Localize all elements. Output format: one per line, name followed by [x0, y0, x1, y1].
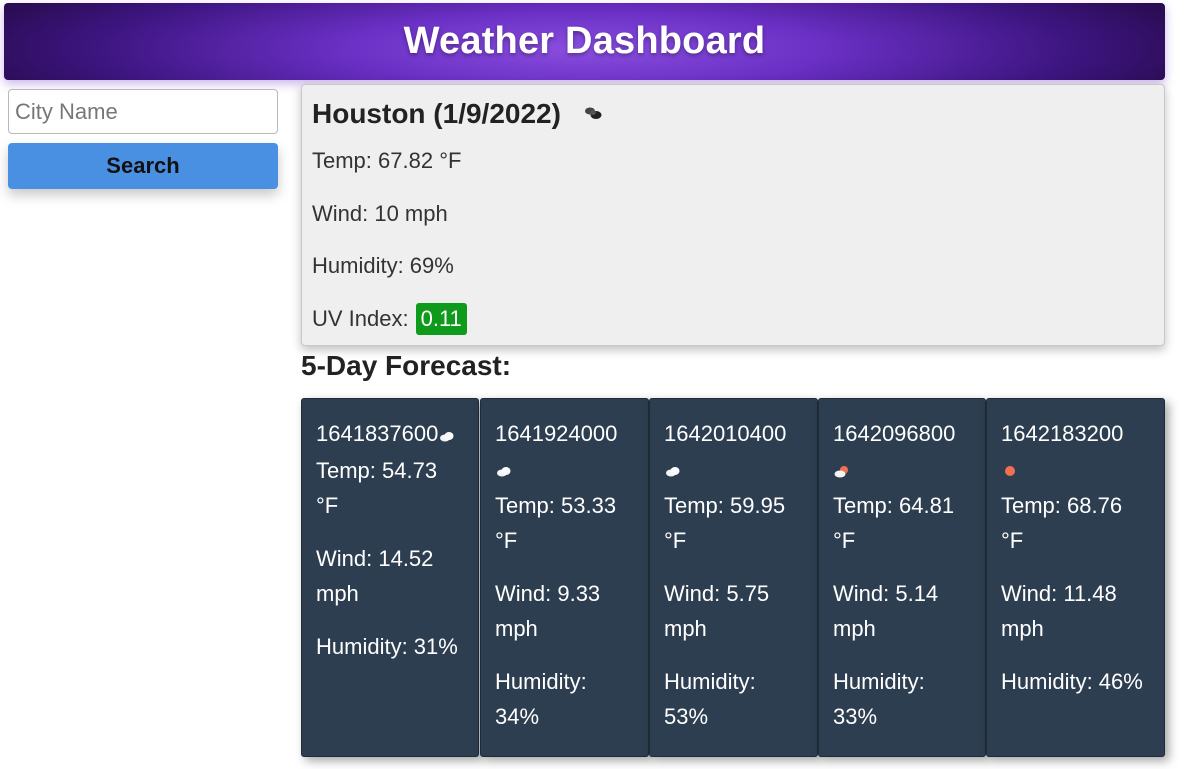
forecast-icon-line [495, 451, 634, 488]
forecast-date: 1641924000 [495, 421, 618, 446]
forecast-temp: Temp: 59.95 °F [664, 492, 786, 553]
forecast-humidity: Humidity: 34% [495, 668, 587, 729]
forecast-icon-line [833, 451, 971, 488]
uv-index-badge: 0.11 [415, 303, 467, 335]
forecast-humidity: Humidity: 31% [316, 633, 458, 659]
forecast-card: 1641837600 Temp: 54.73 °F Wind: 14.52 mp… [301, 398, 479, 757]
broken-clouds-icon [581, 98, 605, 130]
sun-icon [1001, 453, 1019, 488]
forecast-wind: Wind: 5.14 mph [833, 580, 939, 641]
forecast-card: 1642096800 Temp: 64.81 °F Wind: 5.14 mph… [818, 398, 986, 757]
forecast-card: 1642010400 Temp: 59.95 °F Wind: 5.75 mph… [649, 398, 818, 757]
uv-label: UV Index: [312, 306, 409, 331]
search-button[interactable]: Search [8, 143, 278, 189]
forecast-date: 1641837600 [316, 416, 464, 453]
forecast-humidity: Humidity: 46% [1001, 668, 1143, 694]
current-city-date: Houston (1/9/2022) [312, 98, 561, 129]
city-search-input[interactable] [8, 89, 278, 134]
forecast-row: 1641837600 Temp: 54.73 °F Wind: 14.52 mp… [301, 398, 1165, 758]
forecast-title: 5-Day Forecast: [301, 350, 512, 381]
current-weather-heading: Houston (1/9/2022) [312, 97, 1154, 131]
current-temp: Temp: 67.82 °F [312, 148, 462, 173]
forecast-temp: Temp: 68.76 °F [1001, 492, 1123, 553]
cloud-icon [438, 418, 456, 453]
forecast-humidity: Humidity: 33% [833, 668, 925, 729]
current-wind: Wind: 10 mph [312, 201, 448, 226]
forecast-date: 1642096800 [833, 421, 956, 446]
forecast-date: 1642183200 [1001, 421, 1124, 446]
forecast-date: 1642010400 [664, 421, 787, 446]
forecast-humidity: Humidity: 53% [664, 668, 756, 729]
weather-dashboard-page: Weather Dashboard Search Houston (1/9/20… [0, 0, 1195, 769]
cloud-icon [664, 453, 682, 488]
forecast-card: 1641924000 Temp: 53.33 °F Wind: 9.33 mph… [480, 398, 649, 757]
forecast-temp: Temp: 54.73 °F [316, 457, 438, 518]
forecast-card: 1642183200 Temp: 68.76 °F Wind: 11.48 mp… [986, 398, 1165, 757]
current-uv-row: UV Index: 0.11 [312, 303, 467, 335]
page-header: Weather Dashboard [4, 3, 1165, 80]
page-title: Weather Dashboard [403, 20, 766, 62]
current-humidity: Humidity: 69% [312, 253, 454, 278]
forecast-wind: Wind: 11.48 mph [1001, 580, 1117, 641]
forecast-wind: Wind: 14.52 mph [316, 545, 434, 606]
forecast-temp: Temp: 64.81 °F [833, 492, 955, 553]
forecast-wind: Wind: 5.75 mph [664, 580, 770, 641]
sun-cloud-icon [833, 453, 851, 488]
forecast-icon-line [1001, 451, 1150, 488]
forecast-wind: Wind: 9.33 mph [495, 580, 601, 641]
forecast-temp: Temp: 53.33 °F [495, 492, 617, 553]
current-weather-card: Houston (1/9/2022) Temp: 67.82 °F Wind: … [301, 84, 1165, 346]
cloud-icon [495, 453, 513, 488]
forecast-icon-line [664, 451, 803, 488]
